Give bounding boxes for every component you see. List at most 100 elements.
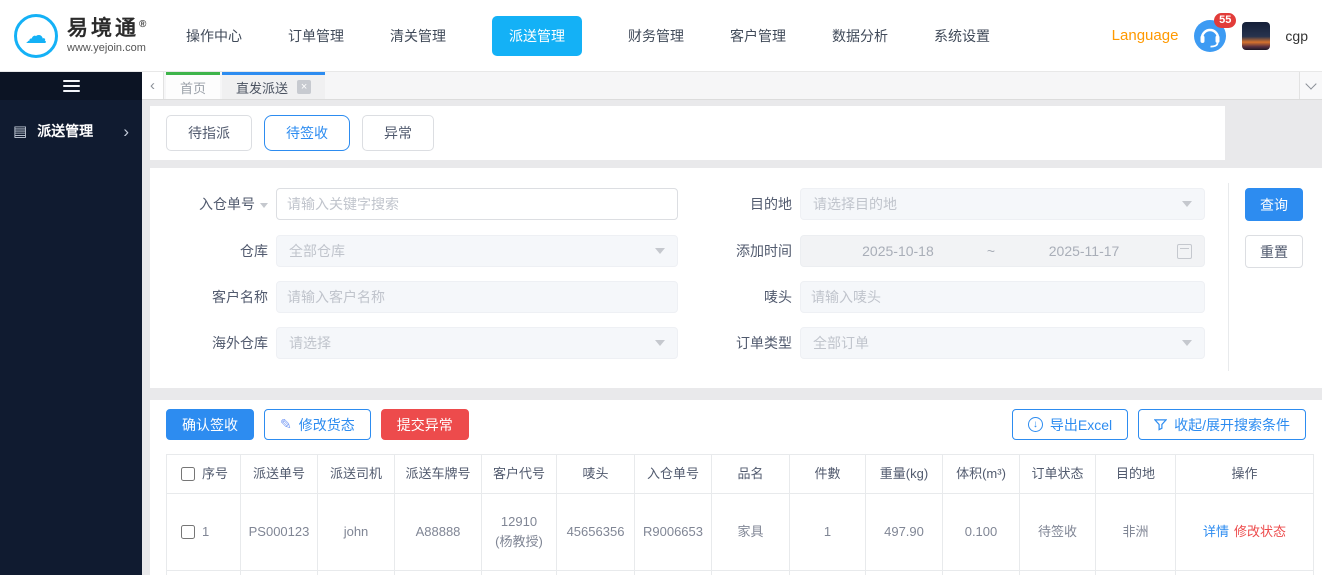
filter-divider [1228, 183, 1229, 371]
actions-cell: 详情修改状态 [1176, 494, 1314, 571]
overseas-warehouse-select[interactable]: 请选择 [276, 327, 678, 359]
label-caret-icon [260, 203, 268, 208]
nav-item-system-settings[interactable]: 系统设置 [934, 26, 990, 46]
confirm-receipt-button[interactable]: 确认签收 [166, 409, 254, 440]
brand-logo[interactable]: ☁ 易境通® www.yejoin.com [0, 14, 164, 58]
calendar-icon [1177, 244, 1192, 259]
tab-direct-delivery-label: 直发派送 [236, 78, 288, 97]
chevron-right-icon: › [123, 123, 129, 140]
nav-item-order-management[interactable]: 订单管理 [288, 26, 344, 46]
close-icon[interactable]: × [297, 80, 311, 94]
logo-cloud-icon: ☁ [14, 14, 58, 58]
nav-item-customs-management[interactable]: 清关管理 [390, 26, 446, 46]
select-caret-icon [655, 340, 665, 346]
modify-status-link[interactable]: 修改状态 [1234, 524, 1286, 539]
pill-exception[interactable]: 异常 [362, 115, 434, 151]
data-table: 序号 派送单号 派送司机 派送车牌号 客户代号 唛头 入仓单号 品名 件數 重量… [166, 454, 1306, 575]
table-toolbar: 确认签收 ✎ 修改货态 提交异常 ↓ 导出Excel 收起/展开搜索条件 [150, 400, 1322, 440]
header-right: Language 55 cgp [1112, 19, 1322, 53]
product-name-cell: 家具 [712, 494, 790, 571]
add-time-label: 添加时间 [670, 235, 792, 267]
quantity-cell: 1 [790, 494, 866, 571]
start-date[interactable]: 2025-10-18 [813, 243, 983, 259]
chevron-down-icon [1305, 78, 1316, 89]
warehouse-select[interactable]: 全部仓库 [276, 235, 678, 267]
inbound-no-cell: R9006653 [635, 494, 712, 571]
destination-select[interactable]: 请选择目的地 [800, 188, 1205, 220]
nav-item-delivery-management[interactable]: 派送管理 [492, 16, 582, 56]
tab-direct-delivery[interactable]: 直发派送 × [222, 72, 325, 99]
destination-label: 目的地 [670, 188, 792, 220]
notification-badge: 55 [1214, 13, 1236, 28]
pencil-icon: ✎ [280, 416, 292, 433]
export-excel-button[interactable]: ↓ 导出Excel [1012, 409, 1128, 440]
nav-item-customer-management[interactable]: 客户管理 [730, 26, 786, 46]
end-date[interactable]: 2025-11-17 [999, 243, 1169, 259]
nav-item-data-analysis[interactable]: 数据分析 [832, 26, 888, 46]
tab-home-label: 首页 [180, 78, 206, 97]
sidebar-item-delivery-management[interactable]: ▤ 派送管理 › [0, 110, 142, 152]
nav-item-operation-center[interactable]: 操作中心 [186, 26, 242, 46]
search-button[interactable]: 查询 [1245, 188, 1303, 221]
weight-cell: 497.90 [866, 494, 943, 571]
volume-cell: 0.100 [943, 494, 1020, 571]
order-type-label: 订单类型 [670, 327, 792, 359]
status-filter-panel: 待指派 待签收 异常 [150, 106, 1225, 160]
submit-exception-button[interactable]: 提交异常 [381, 409, 469, 440]
sidebar-collapse-button[interactable] [0, 72, 142, 100]
shipping-mark-input[interactable] [800, 281, 1205, 313]
select-caret-icon [1182, 340, 1192, 346]
registered-mark: ® [139, 19, 146, 30]
shipping-mark-label: 唛头 [670, 281, 792, 313]
modify-cargo-status-button[interactable]: ✎ 修改货态 [264, 409, 371, 440]
select-caret-icon [655, 248, 665, 254]
tab-home[interactable]: 首页 [166, 72, 220, 99]
inbound-no-label[interactable]: 入仓单号 [150, 188, 268, 220]
select-caret-icon [1182, 201, 1192, 207]
brand-title: 易境通® [67, 17, 146, 40]
search-filter-panel: 入仓单号 目的地 请选择目的地 仓库 全部仓库 添加时间 2025-10-18 … [150, 168, 1322, 388]
avatar[interactable] [1242, 22, 1270, 50]
shipping-mark-cell: 45656356 [557, 494, 635, 571]
toggle-search-button[interactable]: 收起/展开搜索条件 [1138, 409, 1306, 440]
brand-subtitle: www.yejoin.com [67, 42, 146, 54]
inbound-no-input[interactable] [276, 188, 678, 220]
table-row-partial [167, 571, 1314, 575]
document-icon: ▤ [13, 122, 27, 140]
tab-scroll-left-button[interactable]: ‹ [142, 72, 164, 99]
funnel-icon [1154, 418, 1167, 431]
date-separator: ~ [983, 243, 999, 259]
order-type-select[interactable]: 全部订单 [800, 327, 1205, 359]
customer-service-icon[interactable]: 55 [1193, 19, 1227, 53]
customer-code-cell: 12910 (杨教授) [482, 494, 557, 571]
main-nav: 操作中心 订单管理 清关管理 派送管理 财务管理 客户管理 数据分析 系统设置 [186, 16, 990, 56]
sidebar: ▤ 派送管理 › [0, 72, 142, 575]
reset-button[interactable]: 重置 [1245, 235, 1303, 268]
plate-cell: A88888 [395, 494, 482, 571]
driver-cell: john [318, 494, 395, 571]
tab-list-dropdown-button[interactable] [1299, 72, 1322, 99]
top-header: ☁ 易境通® www.yejoin.com 操作中心 订单管理 清关管理 派送管… [0, 0, 1322, 72]
row-index: 1 [202, 522, 209, 542]
download-icon: ↓ [1028, 417, 1043, 432]
pill-pending-receipt[interactable]: 待签收 [264, 115, 350, 151]
username[interactable]: cgp [1285, 28, 1308, 44]
language-link[interactable]: Language [1112, 27, 1179, 44]
detail-link[interactable]: 详情 [1203, 524, 1229, 539]
date-range-picker[interactable]: 2025-10-18 ~ 2025-11-17 [800, 235, 1205, 267]
hamburger-icon [63, 77, 80, 95]
warehouse-label: 仓库 [150, 235, 268, 267]
select-all-checkbox[interactable] [181, 467, 195, 481]
overseas-warehouse-label: 海外仓库 [150, 327, 268, 359]
customer-name-input[interactable] [276, 281, 678, 313]
row-checkbox[interactable] [181, 525, 195, 539]
tab-bar: ‹ 首页 直发派送 × [142, 72, 1322, 100]
pill-pending-assign[interactable]: 待指派 [166, 115, 252, 151]
table-row: 1 PS000123 john A88888 12910 (杨教授) 45656… [167, 494, 1314, 571]
order-status-cell: 待签收 [1020, 494, 1096, 571]
customer-name-label: 客户名称 [150, 281, 268, 313]
nav-item-finance-management[interactable]: 财务管理 [628, 26, 684, 46]
delivery-no-cell: PS000123 [241, 494, 318, 571]
table-header-row: 序号 派送单号 派送司机 派送车牌号 客户代号 唛头 入仓单号 品名 件數 重量… [167, 455, 1314, 494]
destination-cell: 非洲 [1096, 494, 1176, 571]
